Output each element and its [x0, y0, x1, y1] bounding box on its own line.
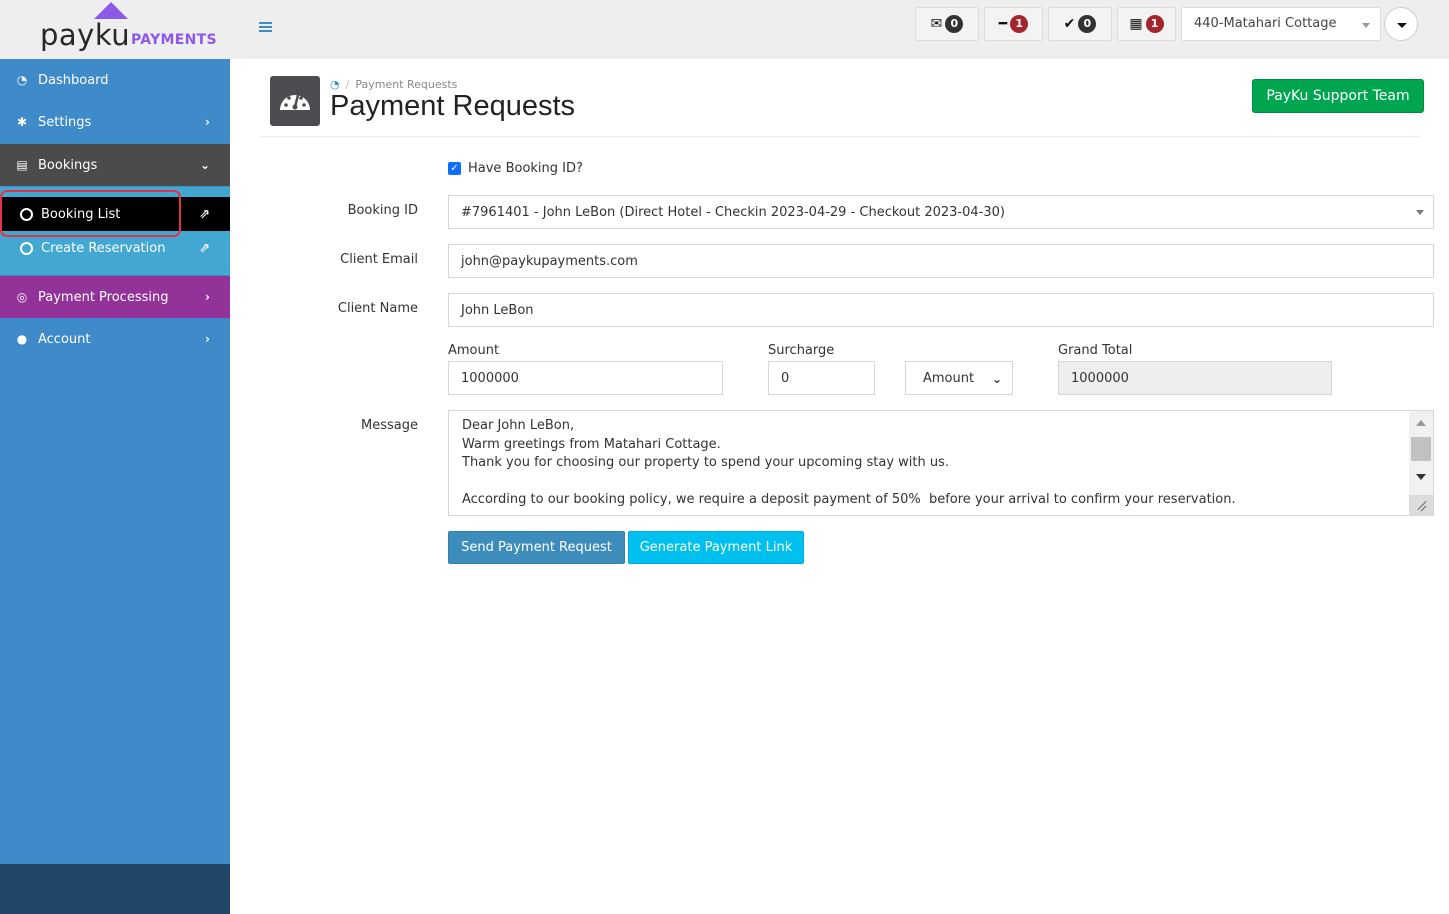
- calendar-icon: ▦: [1129, 16, 1143, 32]
- sidebar-item-label: Account: [38, 331, 91, 347]
- scroll-thumb[interactable]: [1411, 437, 1431, 461]
- chevron-down-icon: ⌄: [991, 372, 1002, 386]
- chevron-right-icon: ›: [205, 115, 210, 129]
- logo-suffix: PAYMENTS: [131, 32, 217, 48]
- generate-payment-link-button[interactable]: Generate Payment Link: [628, 531, 804, 564]
- chevron-right-icon: ›: [205, 332, 210, 346]
- external-link-icon[interactable]: ⇗: [199, 207, 210, 222]
- surcharge-input[interactable]: 0: [768, 361, 875, 395]
- page-title: Payment Requests: [330, 90, 576, 122]
- surcharge-value: 0: [781, 370, 790, 386]
- client-email-value: john@paykupayments.com: [461, 253, 638, 269]
- send-payment-request-button[interactable]: Send Payment Request: [448, 531, 625, 564]
- surcharge-type-value: Amount: [923, 370, 975, 386]
- hamburger-menu-icon[interactable]: [259, 22, 272, 33]
- brand-logo[interactable]: payku PAYMENTS: [0, 0, 230, 59]
- client-name-input[interactable]: John LeBon: [448, 293, 1434, 327]
- scroll-up-arrow-icon[interactable]: [1416, 420, 1426, 426]
- sidebar-item-label: Payment Processing: [38, 289, 169, 305]
- client-name-value: John LeBon: [461, 302, 534, 318]
- client-email-label: Client Email: [340, 252, 418, 267]
- client-email-input[interactable]: john@paykupayments.com: [448, 244, 1434, 278]
- header-divider: [260, 136, 1420, 137]
- user-icon: ●: [16, 332, 28, 346]
- sidebar-item-bookings[interactable]: ▤ Bookings ⌄: [0, 144, 230, 186]
- check-icon: ✔: [1063, 16, 1076, 32]
- confirmations-count-badge: 0: [1078, 15, 1097, 33]
- message-value: Dear John LeBon, Warm greetings from Mat…: [462, 418, 1236, 507]
- caret-down-icon: [1397, 23, 1407, 28]
- sidebar-item-payment-processing[interactable]: ◎ Payment Processing ›: [0, 276, 230, 318]
- have-booking-id-row: ✓ Have Booking ID?: [448, 161, 583, 176]
- cancellations-count-badge: 1: [1010, 15, 1029, 33]
- booking-id-select[interactable]: #7961401 - John LeBon (Direct Hotel - Ch…: [448, 195, 1434, 229]
- sidebar-item-dashboard[interactable]: ◔ Dashboard: [0, 59, 230, 101]
- grand-total-label: Grand Total: [1058, 343, 1133, 358]
- sidebar-subitem-booking-list[interactable]: Booking List ⇗: [0, 197, 230, 231]
- resize-grip-icon[interactable]: [1409, 495, 1433, 515]
- calendar-button[interactable]: ▦ 1: [1117, 7, 1176, 41]
- booking-id-label: Booking ID: [347, 203, 418, 218]
- sidebar-item-label: Bookings: [38, 157, 98, 173]
- bullseye-icon: ◎: [16, 290, 28, 304]
- logo-triangle-icon: [94, 2, 128, 19]
- chevron-down-icon: ⌄: [199, 158, 210, 172]
- sidebar-item-settings[interactable]: ✱ Settings ›: [0, 101, 230, 143]
- user-menu-button[interactable]: [1384, 7, 1418, 41]
- logo-wordmark: payku: [40, 18, 131, 52]
- amount-label: Amount: [448, 343, 500, 358]
- grand-total-input: 1000000: [1058, 361, 1332, 395]
- sidebar-subitem-label: Create Reservation: [41, 240, 166, 256]
- have-booking-id-label: Have Booking ID?: [468, 161, 583, 176]
- surcharge-type-select[interactable]: Amount ⌄: [905, 361, 1013, 395]
- chevron-right-icon: ›: [205, 290, 210, 304]
- envelope-open-icon: ✉: [930, 16, 943, 32]
- property-select[interactable]: 440-Matahari Cottage: [1181, 7, 1381, 41]
- top-navbar: payku PAYMENTS ✉ 0 ━ 1 ✔ 0 ▦ 1 440-Matah…: [0, 0, 1449, 59]
- tachometer-icon: ◔: [16, 73, 28, 87]
- booking-id-value: #7961401 - John LeBon (Direct Hotel - Ch…: [461, 204, 1005, 220]
- client-name-label: Client Name: [337, 301, 418, 316]
- sidebar-item-label: Settings: [38, 114, 92, 130]
- support-team-button[interactable]: PayKu Support Team: [1252, 79, 1424, 113]
- message-scrollbar[interactable]: [1409, 411, 1433, 515]
- message-label: Message: [361, 418, 418, 433]
- minus-icon: ━: [998, 16, 1008, 32]
- caret-down-icon: [1416, 210, 1424, 215]
- surcharge-label: Surcharge: [768, 343, 835, 358]
- sidebar-subitem-create-reservation[interactable]: Create Reservation ⇗: [0, 231, 230, 265]
- messages-count-badge: 0: [945, 15, 964, 33]
- scroll-down-arrow-icon[interactable]: [1416, 474, 1426, 480]
- message-textarea[interactable]: Dear John LeBon, Warm greetings from Mat…: [448, 410, 1434, 516]
- circle-icon: [20, 207, 33, 221]
- amount-value: 1000000: [461, 370, 519, 386]
- caret-down-icon: [1362, 23, 1370, 28]
- sidebar-footer: [0, 864, 230, 914]
- sidebar: ◔ Dashboard ✱ Settings › ▤ Bookings ⌄ Bo…: [0, 59, 230, 864]
- tachometer-icon: [270, 76, 320, 126]
- sidebar-subitem-label: Booking List: [41, 206, 121, 222]
- gear-icon: ✱: [16, 115, 28, 129]
- sidebar-item-label: Dashboard: [38, 72, 109, 88]
- grand-total-value: 1000000: [1071, 370, 1129, 386]
- calendar-count-badge: 1: [1145, 15, 1164, 33]
- bookings-submenu: Booking List ⇗ Create Reservation ⇗: [0, 187, 230, 275]
- sidebar-item-account[interactable]: ● Account ›: [0, 318, 230, 360]
- messages-button[interactable]: ✉ 0: [915, 7, 979, 41]
- cancellations-button[interactable]: ━ 1: [984, 7, 1043, 41]
- amount-input[interactable]: 1000000: [448, 361, 723, 395]
- have-booking-id-checkbox[interactable]: ✓: [448, 162, 461, 175]
- external-link-icon[interactable]: ⇗: [199, 241, 210, 256]
- circle-icon: [20, 241, 33, 255]
- list-alt-icon: ▤: [16, 158, 28, 172]
- property-select-value: 440-Matahari Cottage: [1194, 16, 1337, 31]
- confirmations-button[interactable]: ✔ 0: [1048, 7, 1112, 41]
